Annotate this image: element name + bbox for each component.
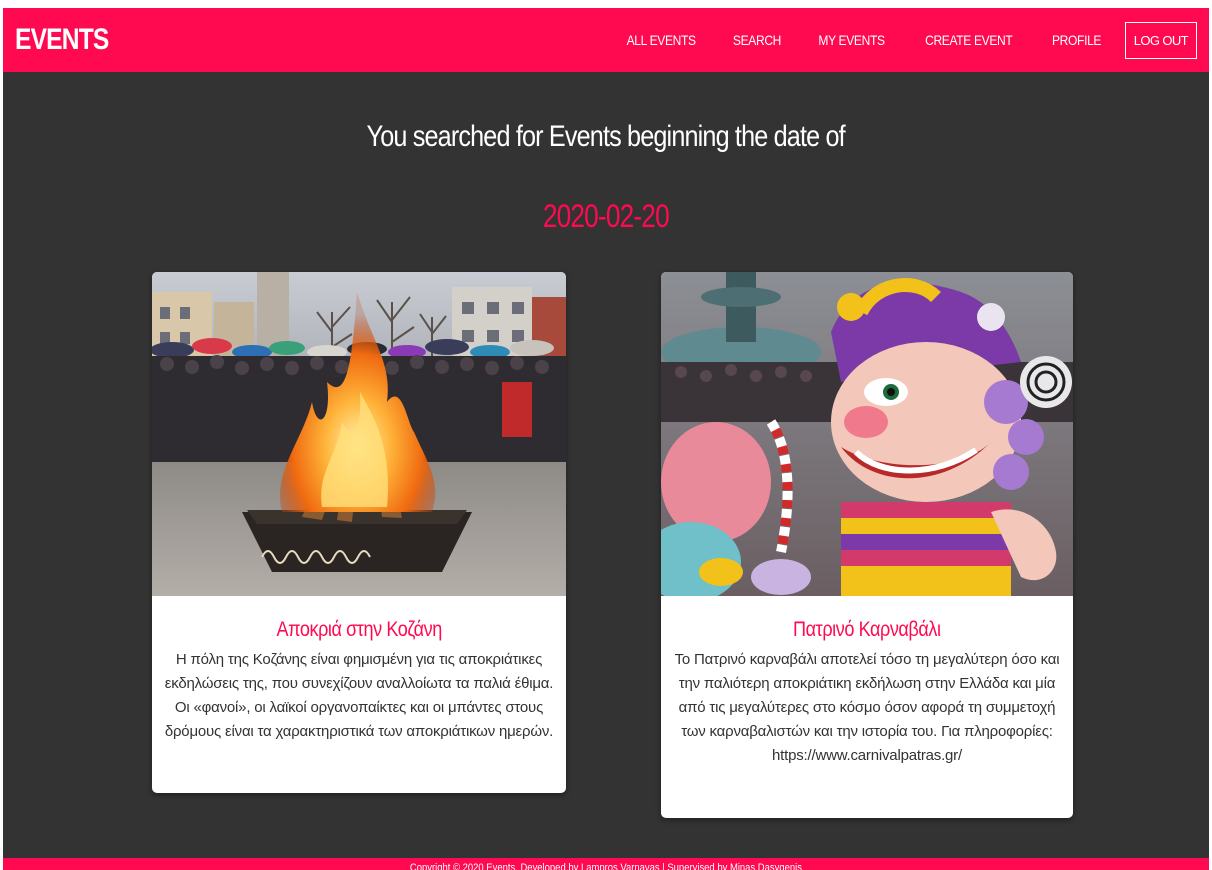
event-description: Η πόλη της Κοζάνης είναι φημισμένη για τ… [164,651,554,740]
carnival-image [661,272,1073,596]
brand-logo[interactable]: EVENTS [15,23,109,57]
event-title-text: Πατρινό Καρναβάλι [793,618,941,641]
event-title[interactable]: Πατρινό Καρναβάλι [673,618,1061,642]
search-date: 2020-02-20 [3,198,1209,235]
nav-my-events[interactable]: MY EVENTS [808,32,895,48]
nav-create-event[interactable]: CREATE EVENT [915,32,1023,48]
event-card-body: Αποκριά στην Κοζάνη Η πόλη της Κοζάνης ε… [152,596,566,744]
logout-button[interactable]: LOG OUT [1124,21,1197,59]
search-date-text: 2020-02-20 [542,198,670,234]
event-title-text: Αποκριά στην Κοζάνη [276,618,442,641]
search-heading-text: You searched for Events beginning the da… [366,120,846,153]
nav-profile[interactable]: PROFILE [1041,32,1111,48]
search-heading: You searched for Events beginning the da… [3,120,1209,154]
event-image-bonfire[interactable] [152,272,566,596]
page: EVENTS ALL EVENTS SEARCH MY EVENTS CREAT… [3,8,1209,870]
bonfire-image [152,272,566,596]
event-description: Το Πατρινό καρναβάλι αποτελεί τόσο τη με… [674,651,1060,764]
nav-all-events[interactable]: ALL EVENTS [616,32,706,48]
event-title[interactable]: Αποκριά στην Κοζάνη [164,618,554,642]
footer: Copyright © 2020 Events. Developed by La… [3,858,1209,870]
nav-links: ALL EVENTS SEARCH MY EVENTS CREATE EVENT… [605,8,1197,72]
event-card-patras[interactable]: Πατρινό Καρναβάλι Το Πατρινό καρναβάλι α… [661,272,1073,818]
footer-copyright: Copyright © 2020 Events. Developed by La… [409,862,803,870]
nav-search[interactable]: SEARCH [723,32,792,48]
event-card-body: Πατρινό Καρναβάλι Το Πατρινό καρναβάλι α… [661,596,1073,768]
navbar: EVENTS ALL EVENTS SEARCH MY EVENTS CREAT… [3,8,1209,72]
event-image-carnival[interactable] [661,272,1073,596]
event-card-kozani[interactable]: Αποκριά στην Κοζάνη Η πόλη της Κοζάνης ε… [152,272,566,793]
